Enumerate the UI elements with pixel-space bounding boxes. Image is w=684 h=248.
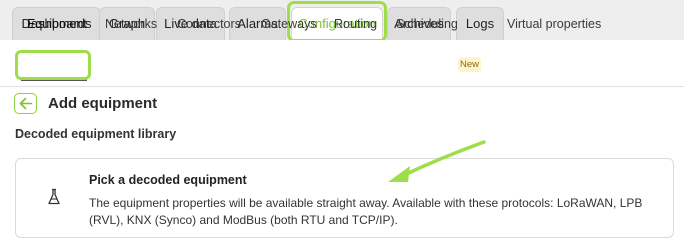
- subnav-networks[interactable]: Networks: [105, 17, 157, 31]
- card-title: Pick a decoded equipment: [89, 173, 247, 187]
- equipment-flask-icon: [48, 188, 60, 205]
- subnav-routing[interactable]: Routing: [334, 17, 377, 31]
- annotation-arrow-icon: [388, 140, 486, 182]
- subnav-connectors[interactable]: Connectors: [177, 17, 241, 31]
- arrow-left-icon: [19, 97, 33, 110]
- tab-logs[interactable]: Logs: [456, 7, 504, 40]
- subnav-gateways[interactable]: Gateways: [261, 17, 317, 31]
- subnav-virtual-properties[interactable]: Virtual properties: [507, 17, 601, 31]
- equipment-highlight-box: [15, 50, 91, 80]
- subnav-scheduling[interactable]: Scheduling: [396, 17, 458, 31]
- card-description: The equipment properties will be availab…: [89, 196, 643, 227]
- page-title: Add equipment: [48, 95, 158, 112]
- subnav-equipment[interactable]: Equipment: [27, 17, 87, 31]
- section-label: Decoded equipment library: [15, 127, 177, 141]
- sub-navigation: [0, 40, 684, 87]
- back-button[interactable]: [14, 93, 37, 114]
- new-badge: New: [458, 57, 481, 72]
- pick-decoded-equipment-card[interactable]: Pick a decoded equipment The equipment p…: [15, 158, 674, 238]
